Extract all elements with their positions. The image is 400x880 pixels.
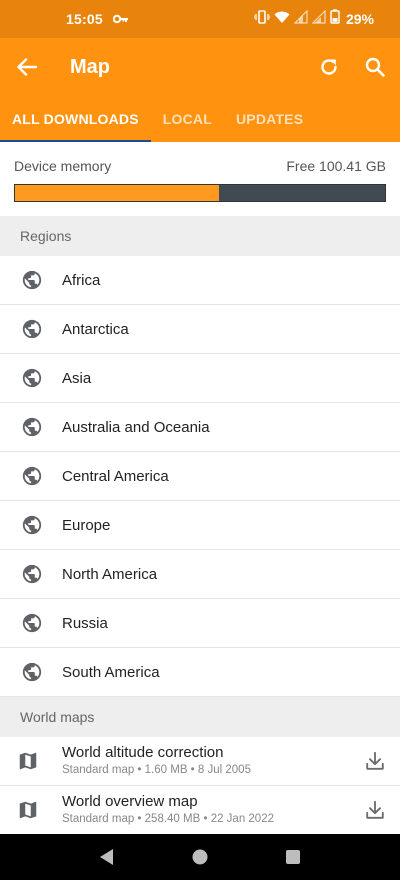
world-map-text: World overview map Standard map • 258.40 … (62, 793, 350, 827)
page-title: Map (70, 55, 110, 78)
world-map-meta: Standard map • 258.40 MB • 22 Jan 2022 (62, 813, 274, 825)
world-maps-list: World altitude correction Standard map • … (0, 737, 400, 835)
region-item[interactable]: Central America (0, 452, 400, 501)
nav-recents-icon[interactable] (281, 845, 305, 869)
tab-updates[interactable]: UPDATES (224, 96, 315, 142)
device-memory-label: Device memory (14, 158, 112, 174)
region-item[interactable]: Africa (0, 256, 400, 305)
app-bar: Map (0, 38, 400, 96)
device-memory-panel: Device memory Free 100.41 GB (0, 142, 400, 216)
memory-usage-bar (14, 184, 386, 202)
regions-header: Regions (0, 216, 400, 256)
status-bar: 15:05 29% (0, 0, 400, 38)
globe-icon (0, 416, 62, 438)
region-label: Antarctica (62, 320, 129, 338)
world-map-item[interactable]: World altitude correction Standard map • … (0, 737, 400, 786)
world-maps-header: World maps (0, 697, 400, 737)
region-item[interactable]: South America (0, 648, 400, 697)
signal-icon (293, 9, 308, 29)
globe-icon (0, 269, 62, 291)
world-map-meta: Standard map • 1.60 MB • 8 Jul 2005 (62, 764, 251, 776)
region-label: North America (62, 565, 158, 583)
refresh-icon[interactable] (318, 56, 340, 78)
region-label: Asia (62, 369, 92, 387)
tab-all-downloads[interactable]: ALL DOWNLOADS (0, 96, 151, 142)
search-icon[interactable] (364, 56, 386, 78)
globe-icon (0, 661, 62, 683)
globe-icon (0, 563, 62, 585)
regions-list: Africa Antarctica Asia Australia and Oceani… (0, 256, 400, 697)
globe-icon (0, 514, 62, 536)
region-label: South America (62, 663, 160, 681)
world-map-name: World altitude correction (62, 744, 224, 761)
region-label: Russia (62, 614, 108, 632)
region-label: Central America (62, 467, 169, 485)
region-label: Africa (62, 271, 101, 289)
region-label: Europe (62, 516, 111, 534)
wifi-icon (274, 10, 290, 29)
region-item[interactable]: Australia and Oceania (0, 403, 400, 452)
world-map-text: World altitude correction Standard map • … (62, 744, 350, 778)
map-icon (0, 799, 62, 821)
globe-icon (0, 367, 62, 389)
vibrate-icon (253, 9, 271, 29)
key-icon (112, 14, 129, 24)
battery-percent: 29% (345, 11, 374, 27)
world-map-item[interactable]: World overview map Standard map • 258.40 … (0, 786, 400, 835)
map-icon (0, 750, 62, 772)
tab-local[interactable]: LOCAL (151, 96, 224, 142)
world-map-name: World overview map (62, 793, 198, 810)
region-label: Australia and Oceania (62, 418, 210, 436)
tab-bar: ALL DOWNLOADS LOCAL UPDATES (0, 96, 400, 142)
signal-icon-2 (311, 9, 326, 29)
back-arrow-icon[interactable] (16, 56, 38, 78)
region-item[interactable]: Russia (0, 599, 400, 648)
region-item[interactable]: Antarctica (0, 305, 400, 354)
system-nav-bar (0, 834, 400, 880)
globe-icon (0, 318, 62, 340)
download-icon[interactable] (350, 799, 400, 821)
region-item[interactable]: Europe (0, 501, 400, 550)
battery-icon (330, 9, 340, 29)
memory-used-fill (15, 185, 219, 201)
globe-icon (0, 612, 62, 634)
nav-back-icon[interactable] (95, 845, 119, 869)
free-space-label: Free 100.41 GB (286, 158, 386, 174)
status-time: 15:05 (66, 11, 103, 27)
download-icon[interactable] (350, 750, 400, 772)
globe-icon (0, 465, 62, 487)
region-item[interactable]: Asia (0, 354, 400, 403)
nav-home-icon[interactable] (188, 845, 212, 869)
region-item[interactable]: North America (0, 550, 400, 599)
